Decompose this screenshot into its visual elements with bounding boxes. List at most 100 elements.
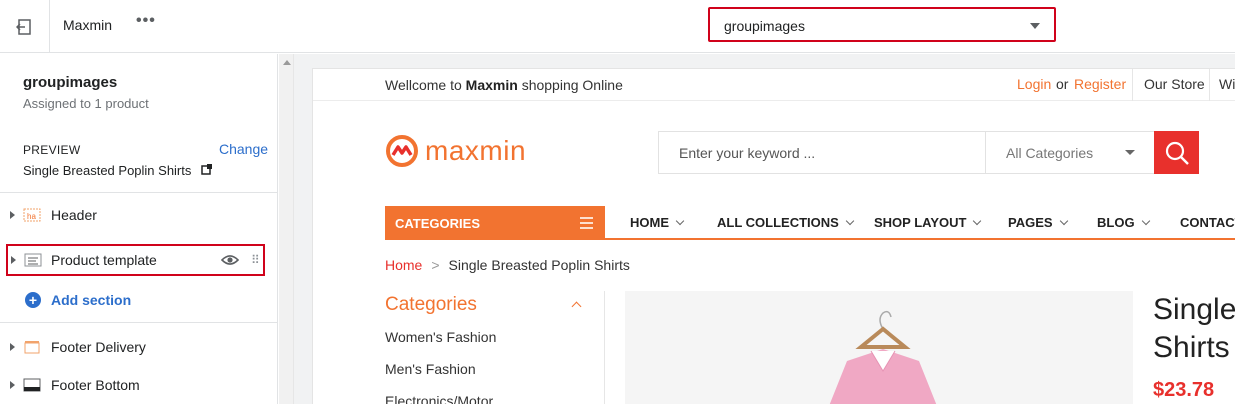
section-product-template[interactable]: Product template ⠿ bbox=[6, 244, 265, 276]
breadcrumb-home[interactable]: Home bbox=[385, 257, 422, 273]
scroll-up-icon[interactable] bbox=[283, 60, 291, 65]
template-select-value: groupimages bbox=[724, 18, 805, 34]
template-assigned: Assigned to 1 product bbox=[23, 96, 149, 111]
store-nav: CATEGORIES HOME ALL COLLECTIONS SHOP LAY… bbox=[385, 206, 1235, 240]
add-section-label: Add section bbox=[51, 292, 132, 308]
add-section-button[interactable]: + Add section bbox=[25, 291, 131, 309]
section-header[interactable]: ha Header bbox=[0, 199, 277, 231]
product-title-line: Shirts bbox=[1153, 331, 1230, 364]
template-select[interactable]: groupimages bbox=[708, 7, 1056, 42]
chevron-down-icon bbox=[1059, 216, 1068, 226]
login-link[interactable]: Login bbox=[1017, 76, 1051, 92]
divider bbox=[1132, 69, 1133, 101]
store-preview: Wellcome to Maxmin shopping Online Login… bbox=[312, 68, 1235, 404]
chevron-down-icon bbox=[675, 216, 685, 226]
nav-home[interactable]: HOME bbox=[630, 215, 685, 230]
product-title: Single Shirts bbox=[1153, 291, 1235, 367]
our-store-link[interactable]: Our Store bbox=[1144, 76, 1205, 92]
category-item[interactable]: Women's Fashion bbox=[385, 329, 496, 345]
nav-blog[interactable]: BLOG bbox=[1097, 215, 1150, 230]
shirt-on-hanger-image bbox=[625, 291, 1133, 404]
eye-icon[interactable] bbox=[221, 253, 239, 267]
search-category-value: All Categories bbox=[1006, 145, 1094, 161]
header-icon: ha bbox=[23, 208, 41, 222]
breadcrumb-separator: > bbox=[431, 257, 440, 273]
theme-name: Maxmin bbox=[63, 17, 113, 33]
nav-pages[interactable]: PAGES bbox=[1008, 215, 1068, 230]
divider bbox=[0, 322, 277, 323]
svg-text:ha: ha bbox=[27, 212, 36, 221]
scrollbar[interactable] bbox=[279, 54, 294, 404]
section-label: Footer Delivery bbox=[51, 339, 146, 355]
breadcrumb-current: Single Breasted Poplin Shirts bbox=[448, 257, 630, 273]
divider bbox=[604, 291, 605, 404]
search-category-select[interactable]: All Categories bbox=[985, 132, 1155, 173]
welcome-suffix: shopping Online bbox=[521, 77, 623, 93]
hamburger-icon bbox=[580, 217, 593, 229]
nav-shop-layout[interactable]: SHOP LAYOUT bbox=[874, 215, 982, 230]
divider bbox=[0, 192, 277, 193]
welcome-text: Wellcome to Maxmin shopping Online bbox=[385, 77, 623, 93]
nav-label: PAGES bbox=[1008, 215, 1053, 230]
store-topbar: Wellcome to Maxmin shopping Online Login… bbox=[313, 69, 1235, 101]
register-link[interactable]: Register bbox=[1074, 76, 1126, 92]
nav-label: SHOP LAYOUT bbox=[874, 215, 967, 230]
section-label: Product template bbox=[51, 252, 157, 268]
categories-bar[interactable]: CATEGORIES bbox=[385, 206, 605, 240]
caret-down-icon bbox=[1125, 150, 1135, 155]
category-item[interactable]: Electronics/Motor bbox=[385, 393, 493, 404]
welcome-brand: Maxmin bbox=[465, 77, 518, 93]
section-label: Footer Bottom bbox=[51, 377, 140, 393]
expand-icon bbox=[11, 256, 16, 264]
change-preview-link[interactable]: Change bbox=[219, 141, 268, 157]
exit-icon bbox=[15, 18, 31, 35]
nav-all-collections[interactable]: ALL COLLECTIONS bbox=[717, 215, 855, 230]
welcome-prefix: Wellcome to bbox=[385, 77, 462, 93]
product-price: $23.78 bbox=[1153, 379, 1215, 401]
search-input[interactable]: Enter your keyword ... bbox=[679, 145, 815, 161]
expand-icon bbox=[10, 381, 15, 389]
section-footer-delivery[interactable]: Footer Delivery bbox=[0, 331, 277, 363]
more-actions-button[interactable]: ••• bbox=[136, 12, 156, 30]
or-text: or bbox=[1056, 76, 1069, 92]
plus-circle-icon: + bbox=[25, 292, 41, 308]
caret-down-icon bbox=[1030, 23, 1040, 29]
logo-icon bbox=[386, 135, 418, 167]
nav-label: HOME bbox=[630, 215, 669, 230]
preview-product-label: Single Breasted Poplin Shirts bbox=[23, 163, 192, 178]
product-image[interactable] bbox=[625, 291, 1133, 404]
chevron-down-icon bbox=[1141, 216, 1150, 226]
drag-handle-icon[interactable]: ⠿ bbox=[251, 253, 260, 267]
expand-icon bbox=[10, 343, 15, 351]
logo-text: maxmin bbox=[425, 135, 527, 166]
categories-title: Categories bbox=[385, 294, 477, 315]
chevron-up-icon[interactable] bbox=[571, 301, 582, 312]
expand-icon bbox=[10, 211, 15, 219]
footer-delivery-icon bbox=[24, 341, 40, 354]
chevron-down-icon bbox=[845, 216, 855, 226]
section-footer-bottom[interactable]: Footer Bottom bbox=[0, 369, 277, 401]
exit-button[interactable] bbox=[0, 0, 50, 53]
chevron-down-icon bbox=[973, 216, 982, 226]
wishlist-link[interactable]: Wi bbox=[1219, 76, 1235, 92]
divider bbox=[1209, 69, 1210, 101]
nav-label: BLOG bbox=[1097, 215, 1135, 230]
product-title-line: Single bbox=[1153, 293, 1235, 326]
breadcrumb: Home > Single Breasted Poplin Shirts bbox=[385, 257, 630, 273]
template-icon bbox=[24, 253, 42, 267]
preview-product[interactable]: Single Breasted Poplin Shirts bbox=[23, 163, 212, 178]
category-item[interactable]: Men's Fashion bbox=[385, 361, 476, 377]
search-button[interactable] bbox=[1154, 131, 1199, 174]
editor-topbar: Maxmin ••• groupimages bbox=[0, 0, 1235, 53]
nav-label: ALL COLLECTIONS bbox=[717, 215, 839, 230]
preview-label: PREVIEW bbox=[23, 143, 81, 157]
nav-contact[interactable]: CONTACT bbox=[1180, 215, 1235, 230]
section-label: Header bbox=[51, 207, 97, 223]
store-logo[interactable]: maxmin bbox=[385, 134, 526, 168]
search-icon bbox=[1165, 141, 1189, 165]
preview-canvas: Wellcome to Maxmin shopping Online Login… bbox=[279, 54, 1235, 404]
external-link-icon bbox=[201, 164, 212, 175]
template-title: groupimages bbox=[23, 74, 118, 91]
store-search: Enter your keyword ... All Categories bbox=[658, 131, 1155, 174]
sections-sidebar: groupimages Assigned to 1 product PREVIE… bbox=[0, 54, 278, 404]
